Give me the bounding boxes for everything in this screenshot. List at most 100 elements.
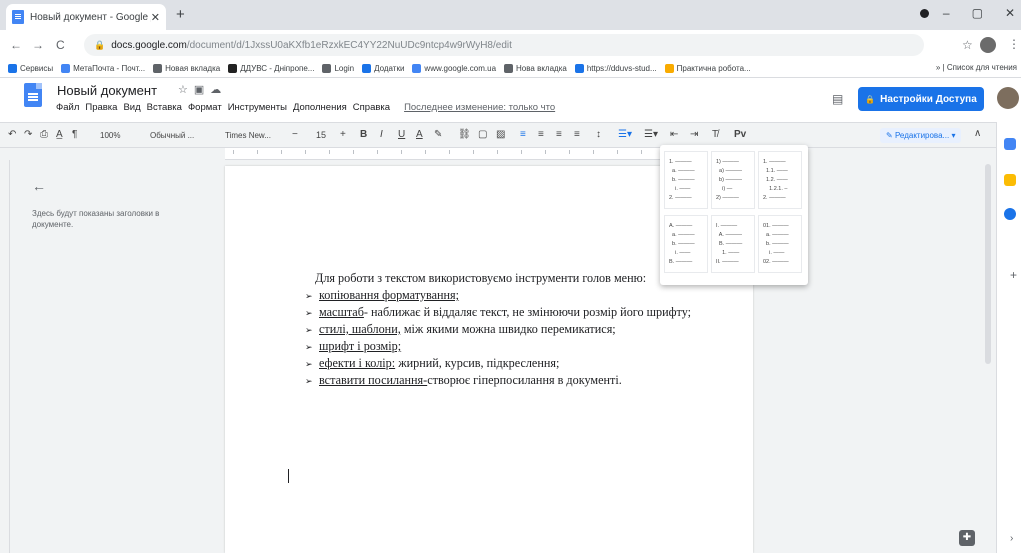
bullet-link[interactable]: шрифт і розмір; <box>319 339 401 353</box>
tasks-icon[interactable] <box>1004 208 1016 220</box>
comments-icon[interactable]: ▤ <box>832 92 843 106</box>
menu-item[interactable]: Инструменты <box>228 102 287 113</box>
comment-icon[interactable]: ▢ <box>478 129 487 140</box>
bold-button[interactable]: B <box>360 129 367 140</box>
editing-mode-select[interactable]: ✎ Редактирова... ▾ <box>880 128 962 143</box>
numbered-list-icon[interactable]: ☰▾ <box>618 129 632 140</box>
bullet-item[interactable]: шрифт і розмір; <box>305 338 707 356</box>
scrollbar[interactable] <box>985 164 991 364</box>
style-select[interactable]: Обычный ... <box>150 131 194 140</box>
bookmark-item[interactable]: Новая вкладка <box>153 64 220 73</box>
outline-back-arrow-icon[interactable]: ← <box>32 178 46 194</box>
keep-icon[interactable] <box>1004 174 1016 186</box>
bookmark-item[interactable]: https://dduvs-stud... <box>574 64 657 73</box>
calendar-icon[interactable] <box>1004 138 1016 150</box>
browser-tab[interactable]: Новый документ - Google Доку ✕ <box>6 4 166 30</box>
menu-item[interactable]: Дополнения <box>293 102 347 113</box>
menu-item[interactable]: Вставка <box>147 102 182 113</box>
list-style-option[interactable]: 1) ——— a) ——— b) ——— i) — 2) ——— <box>711 151 755 209</box>
align-justify-icon[interactable]: ≡ <box>574 129 580 140</box>
browser-menu-icon[interactable]: ⋮ <box>1008 37 1020 51</box>
bookmark-item[interactable]: Сервисы <box>8 64 53 73</box>
clear-formatting-icon[interactable]: T̸ <box>712 129 718 140</box>
font-select[interactable]: Times New... <box>225 131 271 140</box>
minimize-button[interactable]: – <box>943 6 950 20</box>
explore-button[interactable]: ✚ <box>959 530 975 546</box>
collapse-toolbar-icon[interactable]: ∧ <box>974 128 981 139</box>
underline-button[interactable]: U <box>398 129 405 140</box>
bookmark-item[interactable]: Login <box>322 64 354 73</box>
menu-item[interactable]: Справка <box>353 102 390 113</box>
bookmark-item[interactable]: МетаПочта - Почт... <box>61 64 145 73</box>
text-color-button[interactable]: A <box>416 129 423 140</box>
list-style-option[interactable]: 1. ——— 1.1. —— 1.2. —— 1.2.1. – 2. ——— <box>758 151 802 209</box>
menu-item[interactable]: Файл <box>56 102 79 113</box>
reload-icon[interactable]: C <box>56 38 65 52</box>
print-icon[interactable]: ⎙ <box>40 129 48 140</box>
link-icon[interactable]: ⛓ <box>458 129 471 140</box>
move-folder-icon[interactable]: ▣ <box>194 84 210 96</box>
bullet-link[interactable]: масштаб <box>319 305 364 319</box>
list-style-option[interactable]: 01. ——— a. ——— b. ——— i. —— 02. ——— <box>758 215 802 273</box>
menu-item[interactable]: Правка <box>85 102 117 113</box>
docs-logo-icon[interactable] <box>24 83 42 107</box>
reading-list-button[interactable]: » | Список для чтения <box>936 63 1017 72</box>
bookmark-star-icon[interactable]: ☆ <box>962 38 973 52</box>
last-edit-link[interactable]: Последнее изменение: только что <box>404 102 555 113</box>
expand-panel-icon[interactable]: › <box>1010 533 1013 544</box>
new-tab-button[interactable]: + <box>176 6 185 23</box>
bullet-item[interactable]: копіювання форматування; <box>305 287 707 305</box>
share-button[interactable]: 🔒 Настройки Доступа <box>858 87 984 111</box>
add-addon-icon[interactable]: + <box>1010 268 1017 282</box>
maximize-button[interactable]: ▢ <box>972 6 983 20</box>
bullet-link[interactable]: вставити посилання- <box>319 373 427 387</box>
document-title[interactable]: Новый документ <box>57 83 157 98</box>
highlight-icon[interactable]: ✎ <box>434 129 442 140</box>
bookmark-item[interactable]: Практична робота... <box>664 64 751 73</box>
zoom-select[interactable]: 100% <box>100 131 120 140</box>
undo-icon[interactable]: ↶ <box>8 129 16 140</box>
font-size-increase-button[interactable]: + <box>340 129 346 140</box>
italic-button[interactable]: I <box>380 129 383 140</box>
bullet-link[interactable]: стилі, шаблони, <box>319 322 401 336</box>
bullet-item[interactable]: стилі, шаблони, між якими можна швидко п… <box>305 321 707 339</box>
font-size-decrease-button[interactable]: − <box>292 129 298 140</box>
bullet-item[interactable]: масштаб- наближає й віддаляє текст, не з… <box>305 304 707 322</box>
menu-item[interactable]: Формат <box>188 102 222 113</box>
forward-arrow-icon[interactable]: → <box>32 38 44 52</box>
list-style-option[interactable]: 1. ——— a. ——— b. ——— i. —— 2. ——— <box>664 151 708 209</box>
back-arrow-icon[interactable]: ← <box>10 38 22 52</box>
redo-icon[interactable]: ↷ <box>24 129 32 140</box>
bullet-item[interactable]: ефекти і колір: жирний, курсив, підкресл… <box>305 355 707 373</box>
list-style-option[interactable]: I. ——— A. ——— B. ——— 1. —— II. ——— <box>711 215 755 273</box>
bookmark-item[interactable]: www.google.com.ua <box>412 64 496 73</box>
intro-paragraph[interactable]: Для роботи з текстом використовуємо інст… <box>287 270 707 287</box>
line-spacing-icon[interactable]: ↕ <box>596 129 601 140</box>
bullet-link[interactable]: копіювання форматування; <box>319 288 459 302</box>
decrease-indent-icon[interactable]: ⇤ <box>670 129 678 140</box>
image-icon[interactable]: ▨ <box>496 129 505 140</box>
font-size-input[interactable]: 15 <box>316 130 326 140</box>
menu-item[interactable]: Вид <box>123 102 140 113</box>
cloud-status-icon[interactable]: ☁ <box>210 84 227 96</box>
input-tools-icon[interactable]: Pv <box>734 129 746 140</box>
align-right-icon[interactable]: ≡ <box>556 129 562 140</box>
spellcheck-icon[interactable]: A̲ <box>56 129 63 140</box>
align-left-icon[interactable]: ≡ <box>520 129 526 140</box>
bookmark-item[interactable]: ДДУВС - Дніпропе... <box>228 64 314 73</box>
bookmark-item[interactable]: Нова вкладка <box>504 64 567 73</box>
align-center-icon[interactable]: ≡ <box>538 129 544 140</box>
bullet-item[interactable]: вставити посилання-створює гіперпосиланн… <box>305 372 707 390</box>
bookmark-item[interactable]: Додатки <box>362 64 404 73</box>
address-bar[interactable]: 🔒 docs.google.com /document/d/1JxssU0aKX… <box>84 34 924 56</box>
star-icon[interactable]: ☆ <box>178 84 194 96</box>
increase-indent-icon[interactable]: ⇥ <box>690 129 698 140</box>
bullet-link[interactable]: ефекти і колір: <box>319 356 395 370</box>
document-body[interactable]: Для роботи з текстом використовуємо інст… <box>287 270 707 390</box>
bulleted-list-icon[interactable]: ☰▾ <box>644 129 658 140</box>
tab-close-icon[interactable]: ✕ <box>151 11 160 24</box>
paint-format-icon[interactable]: ¶ <box>72 129 77 140</box>
profile-avatar[interactable] <box>980 37 996 53</box>
close-window-button[interactable]: ✕ <box>1005 6 1015 20</box>
list-style-option[interactable]: A. ——— a. ——— b. ——— i. —— B. ——— <box>664 215 708 273</box>
